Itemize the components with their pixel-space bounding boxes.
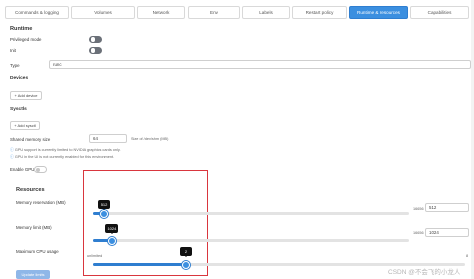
init-label: Init [10,48,16,53]
devices-heading: Devices [10,76,29,81]
watermark: CSDN @不会飞的小龙人 [388,269,461,276]
shm-unit-note: Size of /dev/shm (MB) [131,137,169,141]
privileged-mode-label: Privileged mode [10,37,42,42]
shm-size-value: 64 [93,136,98,141]
memory-limit-max: 16656 [413,231,424,235]
enable-gpu-label: Enable GPU [10,167,35,172]
gpu-note-1: GPU support is currently limited to NVID… [14,148,121,152]
cpu-tooltip: 2 [180,247,192,257]
tab-volumes[interactable]: Volumes [71,6,135,19]
memory-reservation-input[interactable]: 512 [425,203,469,212]
memory-reservation-slider[interactable] [93,212,409,215]
update-limits-button[interactable]: Update limits [16,270,50,279]
info-icon: ⓘ [10,155,14,159]
cpu-max: 8 [466,254,469,258]
init-toggle[interactable] [89,47,102,54]
memory-limit-slider[interactable] [93,239,409,242]
tab-commands-logging[interactable]: Commands & logging [5,6,69,19]
runtime-type-select[interactable]: runc [49,60,471,69]
tab-capabilities[interactable]: Capabilities [410,6,469,19]
cpu-fill [93,263,186,266]
memory-limit-tooltip: 1024 [105,224,119,234]
highlight-box [83,170,208,276]
add-device-button[interactable]: + Add device [10,91,42,100]
tab-labels[interactable]: Labels [242,6,290,19]
memory-limit-value: 1024 [429,230,439,235]
memory-limit-input[interactable]: 1024 [425,228,469,237]
gpu-disabled-note: ⓘ GPU in the UI is not currently enabled… [10,155,114,160]
tab-runtime-resources[interactable]: Runtime & resources [349,6,408,19]
enable-gpu-toggle[interactable] [34,166,47,173]
cpu-handle[interactable] [182,260,190,269]
privileged-mode-toggle[interactable] [89,36,102,43]
gpu-support-note: ⓘ GPU support is currently limited to NV… [10,148,121,153]
runtime-heading: Runtime [10,26,33,32]
memory-reservation-tooltip: 512 [98,200,111,210]
memory-limit-handle[interactable] [107,236,116,245]
shm-label: Shared memory size [10,137,51,142]
memory-limit-label: Memory limit (MB) [16,225,52,230]
info-icon: ⓘ [10,148,14,152]
memory-reservation-label: Memory reservation (MB) [16,200,66,205]
gpu-note-2: GPU in the UI is not currently enabled f… [14,155,115,159]
runtime-type-value: runc [53,62,62,67]
memory-reservation-value: 512 [429,205,437,210]
shm-size-input[interactable]: 64 [89,134,127,143]
tab-env[interactable]: Env [188,6,240,19]
cpu-label: Maximum CPU usage [16,249,59,254]
type-label: Type [10,63,20,68]
resources-heading: Resources [16,187,45,193]
add-sysctl-button[interactable]: + Add sysctl [10,121,40,130]
tab-restart-policy[interactable]: Restart policy [292,6,347,19]
memory-reservation-max: 16656 [413,207,424,211]
tab-network[interactable]: Network [137,6,185,19]
cpu-unlimited-label: unlimited [87,254,103,258]
sysctls-heading: Sysctls [10,107,27,112]
